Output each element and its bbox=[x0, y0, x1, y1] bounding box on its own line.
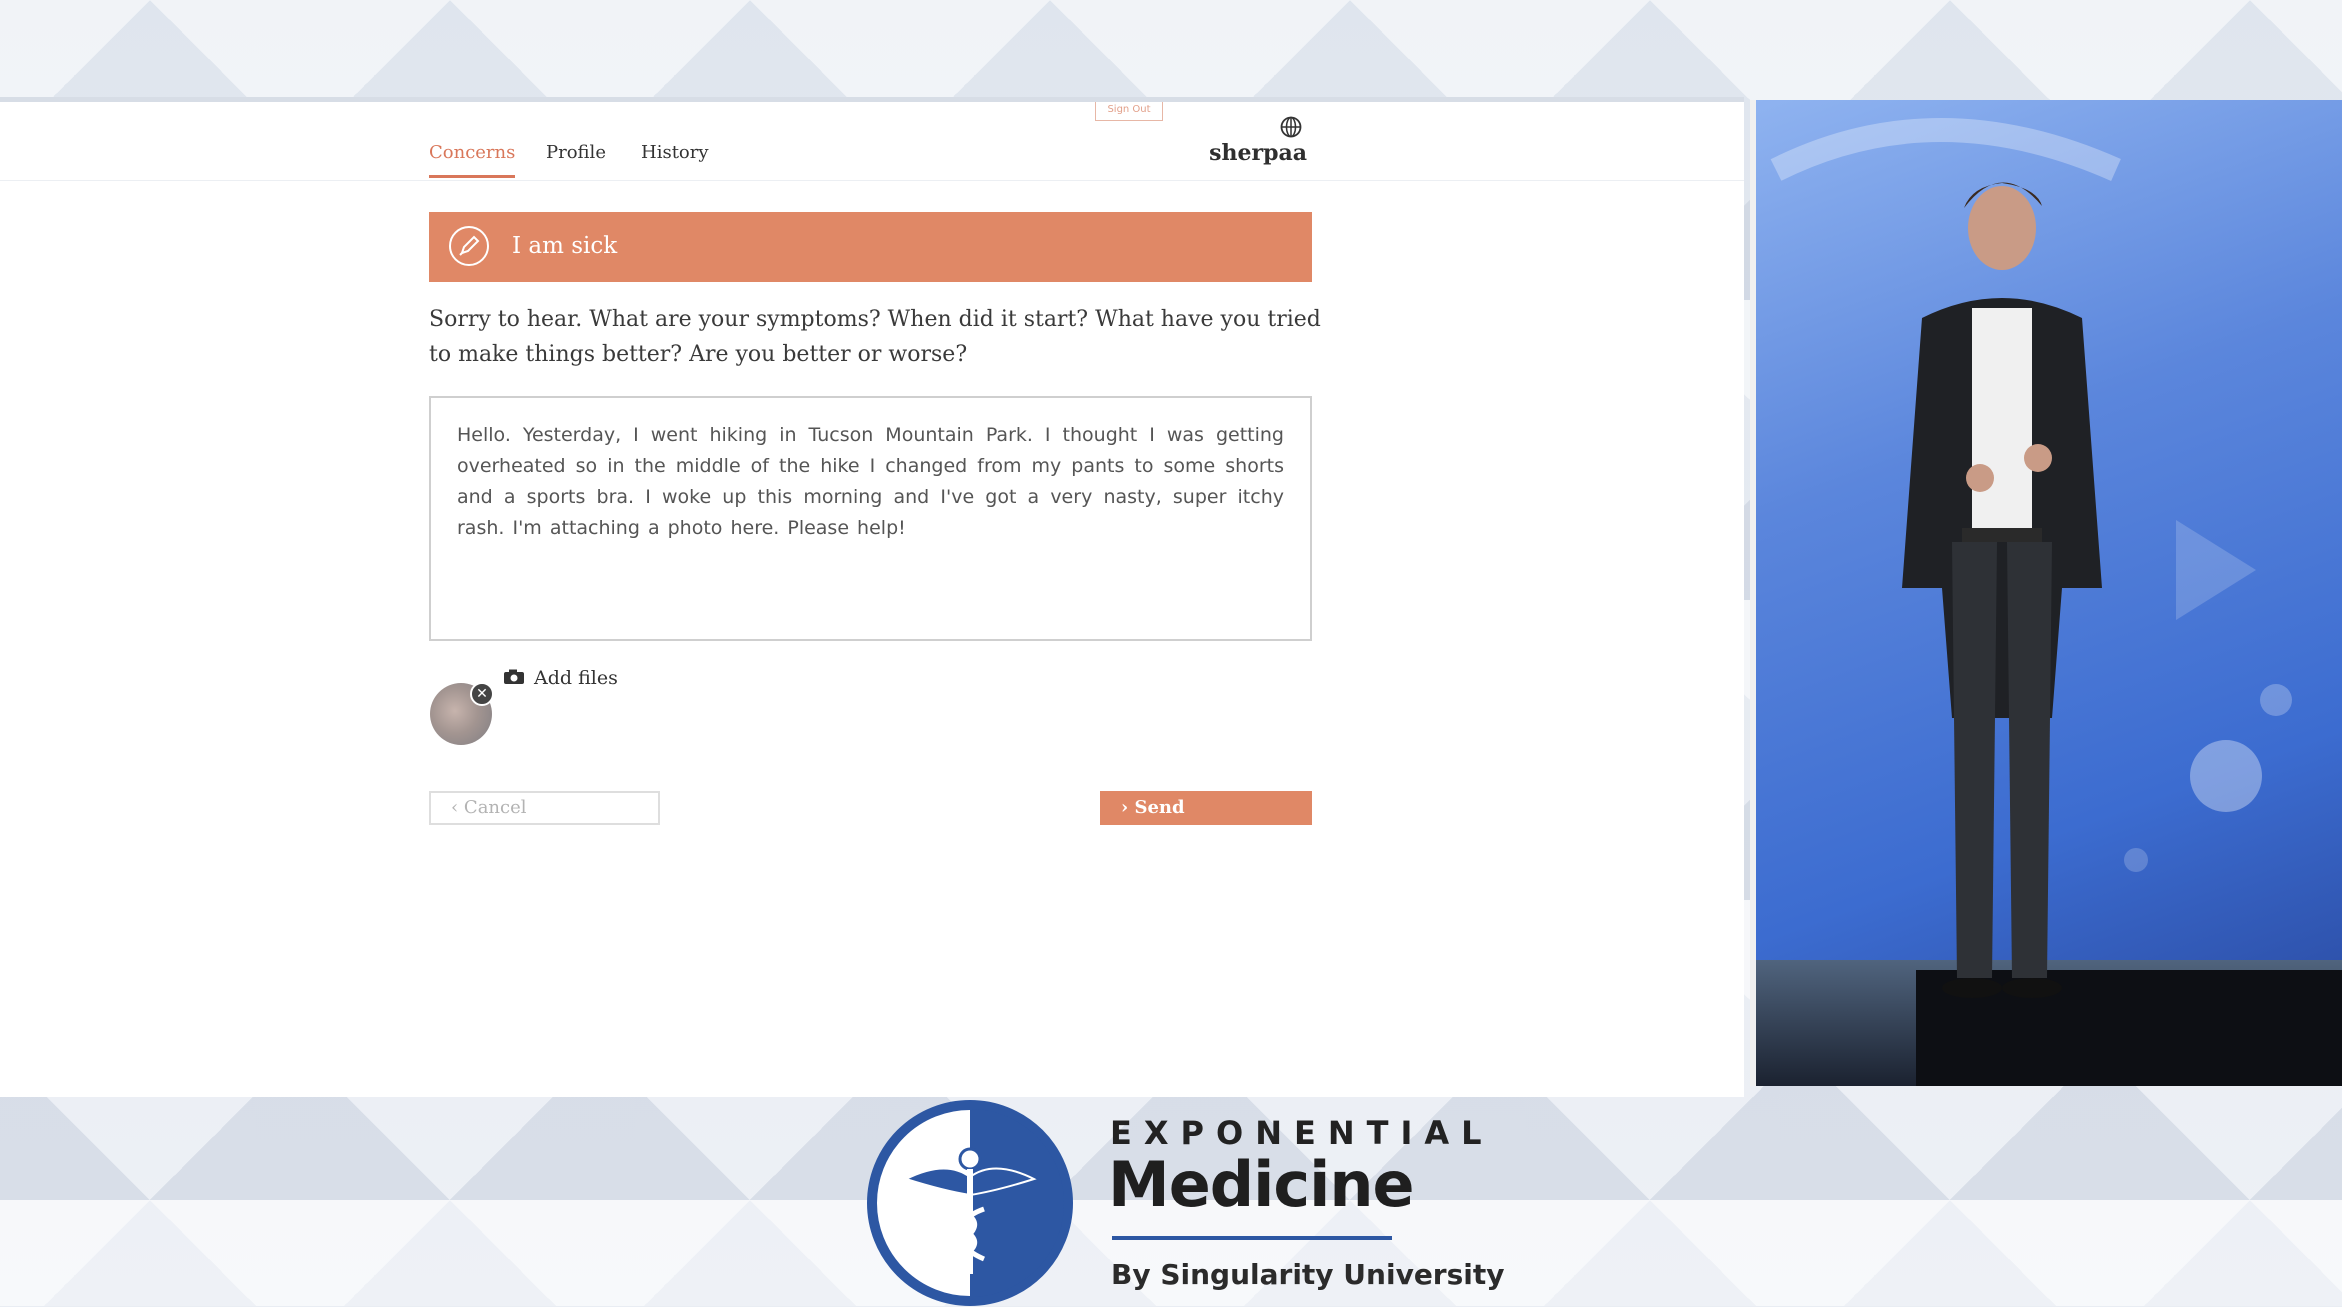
tab-profile[interactable]: Profile bbox=[546, 142, 606, 175]
app-screen: Concerns Profile History Sign Out sherpa… bbox=[0, 97, 1744, 1097]
banner-title: I am sick bbox=[512, 233, 618, 259]
add-files-button[interactable]: Add files bbox=[503, 667, 618, 689]
globe-icon bbox=[1280, 116, 1302, 138]
symptom-prompt: Sorry to hear. What are your symptoms? W… bbox=[429, 307, 1321, 367]
sign-out-button[interactable]: Sign Out bbox=[1095, 102, 1163, 121]
remove-attachment-icon[interactable]: ✕ bbox=[470, 682, 494, 706]
brand-divider bbox=[1112, 1236, 1392, 1240]
speaker-figure bbox=[1902, 182, 2102, 998]
add-files-label: Add files bbox=[534, 667, 618, 689]
exponential-medicine-logo bbox=[867, 1100, 1073, 1306]
sherpaa-logo[interactable]: sherpaa bbox=[1207, 140, 1307, 166]
speaker-video bbox=[1750, 100, 2342, 1086]
brand-line-exponential: EXPONENTIAL bbox=[1110, 1114, 1494, 1152]
pen-icon bbox=[449, 226, 489, 266]
brand-line-singularity: By Singularity University bbox=[1111, 1258, 1505, 1291]
cancel-button[interactable]: ‹ Cancel bbox=[429, 791, 660, 825]
tab-concerns[interactable]: Concerns bbox=[429, 142, 516, 178]
brand-line-medicine: Medicine bbox=[1108, 1148, 1415, 1221]
send-button[interactable]: › Send bbox=[1100, 791, 1312, 825]
top-nav: Concerns Profile History Sign Out sherpa… bbox=[0, 102, 1744, 181]
concern-banner: I am sick bbox=[429, 212, 1312, 282]
message-textarea[interactable]: Hello. Yesterday, I went hiking in Tucso… bbox=[429, 396, 1312, 641]
tab-history[interactable]: History bbox=[641, 142, 709, 175]
camera-icon bbox=[504, 669, 524, 684]
